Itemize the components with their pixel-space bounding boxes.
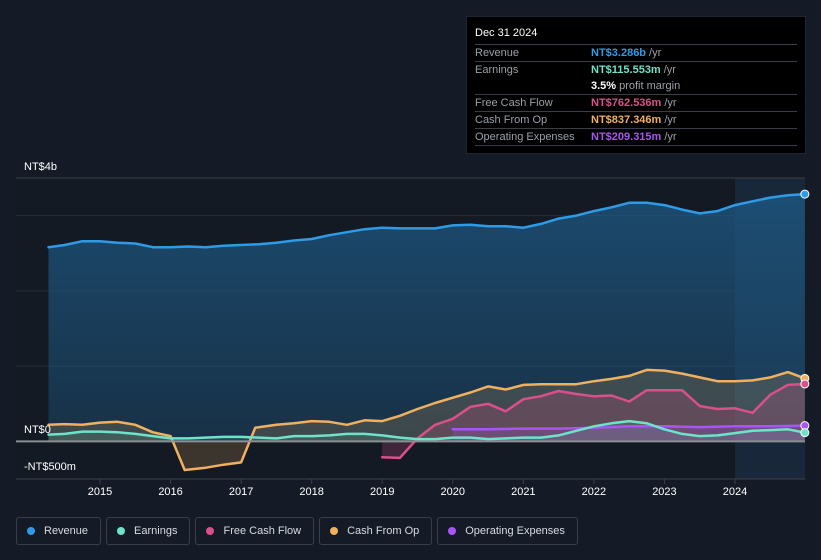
legend-label: Cash From Op	[347, 525, 420, 537]
tooltip-row-revenue: Revenue NT$3.286b /yr	[475, 45, 797, 62]
tooltip-unit: /yr	[663, 64, 676, 76]
tooltip-value: NT$115.553m	[591, 64, 661, 76]
legend-item-cash-from-op[interactable]: Cash From Op	[319, 517, 433, 545]
free-cash-flow-dot-icon	[206, 527, 215, 535]
legend-label: Free Cash Flow	[223, 525, 302, 537]
free-cash-flow-end-marker	[800, 379, 810, 389]
x-tick-label: 2022	[582, 486, 606, 498]
legend: Revenue Earnings Free Cash Flow Cash Fro…	[16, 517, 578, 545]
x-tick-label: 2015	[88, 486, 112, 498]
revenue-end-marker	[800, 189, 810, 199]
tooltip-value: NT$3.286b	[591, 47, 647, 59]
x-tick-label: 2024	[723, 486, 747, 498]
tooltip-label: Revenue	[475, 47, 520, 59]
revenue-dot-icon	[27, 527, 35, 535]
x-tick-label: 2021	[511, 486, 535, 498]
tooltip-label: Free Cash Flow	[475, 97, 553, 109]
tooltip-value: NT$837.346m	[591, 114, 662, 126]
y-axis-label-zero: NT$0	[24, 424, 51, 436]
tooltip-unit: /yr	[664, 131, 677, 143]
tooltip-unit: /yr	[649, 47, 662, 59]
tooltip-value: 3.5%	[591, 80, 617, 92]
y-axis-label-bottom: -NT$500m	[24, 461, 76, 473]
tooltip-row-cash-from-op: Cash From Op NT$837.346m /yr	[475, 112, 797, 129]
tooltip-row-operating-expenses: Operating Expenses NT$209.315m /yr	[475, 129, 797, 146]
legend-item-revenue[interactable]: Revenue	[16, 517, 102, 545]
legend-item-operating-expenses[interactable]: Operating Expenses	[437, 517, 578, 545]
legend-label: Earnings	[134, 525, 178, 537]
tooltip-label: Earnings	[475, 64, 519, 76]
tooltip-row-free-cash-flow: Free Cash Flow NT$762.536m /yr	[475, 95, 797, 112]
legend-item-earnings[interactable]: Earnings	[106, 517, 191, 545]
x-tick-label: 2017	[229, 486, 253, 498]
x-tick-label: 2020	[441, 486, 465, 498]
legend-label: Operating Expenses	[465, 525, 565, 537]
x-tick-label: 2023	[652, 486, 676, 498]
tooltip-label: Operating Expenses	[475, 131, 575, 143]
operating-expenses-dot-icon	[448, 527, 457, 535]
tooltip-row-earnings: Earnings NT$115.553m /yr	[475, 62, 797, 78]
tooltip-unit: profit margin	[619, 80, 681, 92]
tooltip-label: Cash From Op	[475, 114, 548, 126]
tooltip-label	[475, 78, 591, 94]
x-tick-label: 2018	[299, 486, 323, 498]
y-axis-label-top: NT$4b	[24, 161, 57, 173]
tooltip-row-profit-margin: 3.5% profit margin	[475, 78, 797, 95]
tooltip-date: Dec 31 2024	[475, 25, 797, 45]
tooltip-unit: /yr	[664, 97, 677, 109]
earnings-end-marker	[800, 428, 810, 438]
x-tick-label: 2019	[370, 486, 394, 498]
tooltip: Dec 31 2024 Revenue NT$3.286b /yr Earnin…	[466, 16, 806, 154]
legend-item-free-cash-flow[interactable]: Free Cash Flow	[195, 517, 315, 545]
earnings-dot-icon	[117, 527, 126, 535]
cash-from-op-dot-icon	[330, 527, 339, 535]
tooltip-value: NT$209.315m	[591, 131, 662, 143]
legend-label: Revenue	[44, 525, 89, 537]
tooltip-value: NT$762.536m	[591, 97, 662, 109]
tooltip-unit: /yr	[664, 114, 677, 126]
x-tick-label: 2016	[158, 486, 182, 498]
